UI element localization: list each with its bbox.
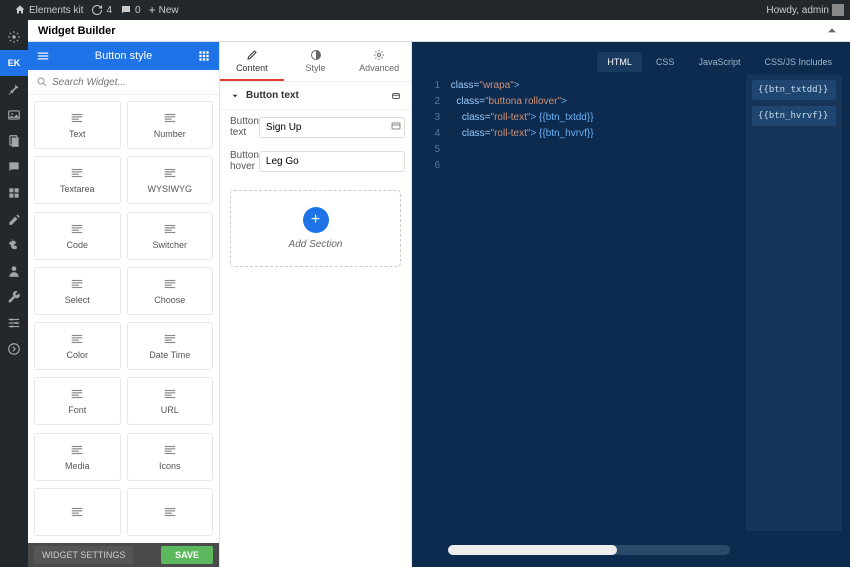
- tab-advanced[interactable]: Advanced: [347, 42, 411, 81]
- sidebar-tools-icon[interactable]: [0, 284, 28, 310]
- code-scrollbar[interactable]: [448, 545, 730, 555]
- save-button[interactable]: SAVE: [161, 546, 213, 564]
- plus-icon: +: [303, 207, 329, 233]
- widget-card[interactable]: Color: [34, 322, 121, 370]
- add-section-button[interactable]: + Add Section: [230, 190, 401, 267]
- widget-card[interactable]: [34, 488, 121, 536]
- controls-panel: Content Style Advanced Button text Butto…: [220, 42, 412, 567]
- widget-card[interactable]: Choose: [127, 267, 214, 315]
- gear-icon: [373, 49, 385, 61]
- widget-card[interactable]: Code: [34, 212, 121, 260]
- widget-card[interactable]: [127, 488, 214, 536]
- widget-grid: TextNumberTextareaWYSIWYGCodeSwitcherSel…: [28, 95, 219, 543]
- widget-panel-title: Button style: [50, 50, 197, 62]
- sidebar-dashboard-icon[interactable]: [0, 24, 28, 50]
- wp-admin-bar: Elements kit 4 0 +New Howdy, admin: [0, 0, 850, 20]
- sidebar-templates-icon[interactable]: [0, 180, 28, 206]
- tab-content[interactable]: Content: [220, 42, 284, 81]
- sidebar-appearance-icon[interactable]: [0, 206, 28, 232]
- widget-card[interactable]: Font: [34, 377, 121, 425]
- control-button-hover: Button hover: [220, 144, 411, 178]
- sidebar-pin-icon[interactable]: [0, 76, 28, 102]
- widget-card[interactable]: Media: [34, 433, 121, 481]
- site-link[interactable]: Elements kit: [14, 4, 83, 16]
- widget-settings-button[interactable]: WIDGET SETTINGS: [34, 546, 133, 564]
- variable-chip[interactable]: {{btn_hvrvf}}: [752, 106, 836, 126]
- panel-collapse-icon[interactable]: [824, 23, 840, 39]
- site-name: Elements kit: [29, 5, 83, 16]
- tab-style[interactable]: Style: [284, 42, 348, 81]
- search-icon: [36, 76, 48, 88]
- sidebar-plugins-icon[interactable]: [0, 232, 28, 258]
- button-hover-input[interactable]: [259, 151, 405, 172]
- section-type-icon: [391, 91, 401, 101]
- control-tabs: Content Style Advanced: [220, 42, 411, 82]
- variable-chip[interactable]: {{btn_txtdd}}: [752, 80, 836, 100]
- wp-sidebar: EK: [0, 20, 28, 567]
- button-text-input[interactable]: [259, 117, 405, 138]
- widget-card[interactable]: Textarea: [34, 156, 121, 204]
- avatar: [832, 4, 844, 16]
- contrast-icon: [310, 49, 322, 61]
- variables-panel: {{btn_txtdd}} {{btn_hvrvf}}: [746, 74, 842, 531]
- widget-card[interactable]: Number: [127, 101, 214, 149]
- sidebar-collapse-icon[interactable]: [0, 336, 28, 362]
- widget-card[interactable]: Text: [34, 101, 121, 149]
- caret-down-icon: [230, 91, 240, 101]
- code-tab-css[interactable]: CSS: [646, 52, 685, 72]
- code-panel: HTML CSS JavaScript CSS/JS Includes 1 cl…: [412, 42, 850, 567]
- user-greeting[interactable]: Howdy, admin: [766, 4, 844, 16]
- widget-card[interactable]: Date Time: [127, 322, 214, 370]
- section-header[interactable]: Button text: [220, 82, 411, 110]
- code-tab-js[interactable]: JavaScript: [688, 52, 750, 72]
- code-editor[interactable]: 1 class="wrapa">2 class="buttona rollove…: [420, 74, 740, 531]
- sidebar-media-icon[interactable]: [0, 102, 28, 128]
- widget-library-panel: Button style TextNumberTextareaWYSIWYGCo…: [28, 42, 220, 567]
- widget-panel-header: Button style: [28, 42, 219, 70]
- sidebar-users-icon[interactable]: [0, 258, 28, 284]
- sidebar-pages-icon[interactable]: [0, 128, 28, 154]
- widget-card[interactable]: Switcher: [127, 212, 214, 260]
- app-title: Widget Builder: [38, 25, 116, 37]
- search-wrap: [28, 70, 219, 95]
- dynamic-icon[interactable]: [390, 120, 402, 135]
- sidebar-ek-icon[interactable]: EK: [0, 50, 28, 76]
- code-tabs: HTML CSS JavaScript CSS/JS Includes: [412, 42, 850, 74]
- code-tab-html[interactable]: HTML: [597, 52, 642, 72]
- comments-link[interactable]: 0: [120, 4, 141, 16]
- widget-card[interactable]: Icons: [127, 433, 214, 481]
- pencil-icon: [246, 49, 258, 61]
- new-link[interactable]: +New: [149, 3, 179, 17]
- panel-footer: WIDGET SETTINGS SAVE: [28, 543, 219, 567]
- sidebar-settings-icon[interactable]: [0, 310, 28, 336]
- search-input[interactable]: [52, 77, 211, 88]
- grid-icon[interactable]: [197, 49, 211, 63]
- widget-card[interactable]: Select: [34, 267, 121, 315]
- menu-icon[interactable]: [36, 49, 50, 63]
- widget-card[interactable]: WYSIWYG: [127, 156, 214, 204]
- code-tab-includes[interactable]: CSS/JS Includes: [754, 52, 842, 72]
- widget-card[interactable]: URL: [127, 377, 214, 425]
- refresh-link[interactable]: 4: [91, 4, 112, 16]
- sidebar-comments-icon[interactable]: [0, 154, 28, 180]
- control-button-text: Button text: [220, 110, 411, 144]
- app-title-bar: Widget Builder: [28, 20, 850, 42]
